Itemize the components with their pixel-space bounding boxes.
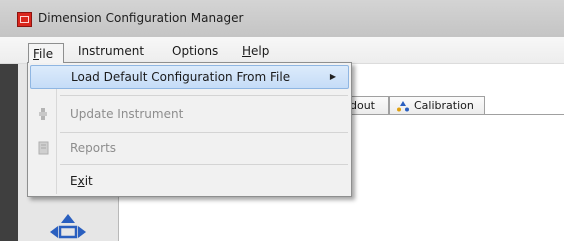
app-window: Dimension Configuration Manager Instrume… (0, 0, 564, 241)
menu-help-rest: elp (251, 44, 270, 58)
menu-separator (60, 164, 348, 165)
menu-exit-prefix: E (70, 174, 78, 188)
menu-item-reports[interactable]: Reports (30, 136, 349, 160)
reports-icon (38, 141, 49, 155)
menu-options[interactable]: Options (172, 43, 218, 59)
menu-exit-mnemonic: x (77, 174, 85, 188)
tab-calibration-label: Calibration (414, 99, 474, 112)
menu-separator (60, 132, 348, 133)
menu-item-label: Reports (70, 141, 117, 155)
file-menu-dropdown: Load Default Configuration From File ▶ U… (27, 62, 352, 197)
menu-instrument[interactable]: Instrument (78, 43, 144, 59)
left-dark-strip (0, 64, 18, 241)
navigation-tool-icon[interactable] (38, 210, 98, 241)
app-icon (17, 12, 32, 27)
submenu-arrow-icon: ▶ (329, 72, 336, 81)
update-instrument-icon (39, 108, 47, 120)
menu-item-update-instrument[interactable]: Update Instrument (30, 102, 349, 126)
calibration-icon (397, 101, 409, 112)
menu-help[interactable]: Help (242, 43, 269, 59)
menu-item-exit[interactable]: Exit (30, 169, 349, 193)
title-bar[interactable]: Dimension Configuration Manager (0, 0, 564, 37)
menu-item-label: Update Instrument (70, 107, 184, 121)
menu-item-label: Load Default Configuration From File (71, 70, 291, 84)
menu-separator (60, 95, 348, 96)
menu-help-mnemonic: H (242, 44, 252, 58)
menu-file-rest: ile (39, 47, 54, 61)
menu-item-load-default-configuration[interactable]: Load Default Configuration From File ▶ (30, 65, 349, 89)
menu-exit-rest: it (84, 174, 93, 188)
menu-file[interactable]: File (28, 43, 64, 63)
menu-bar: Instrument Options Help (0, 37, 564, 64)
tab-calibration[interactable]: Calibration (389, 96, 485, 114)
window-title: Dimension Configuration Manager (38, 11, 244, 25)
